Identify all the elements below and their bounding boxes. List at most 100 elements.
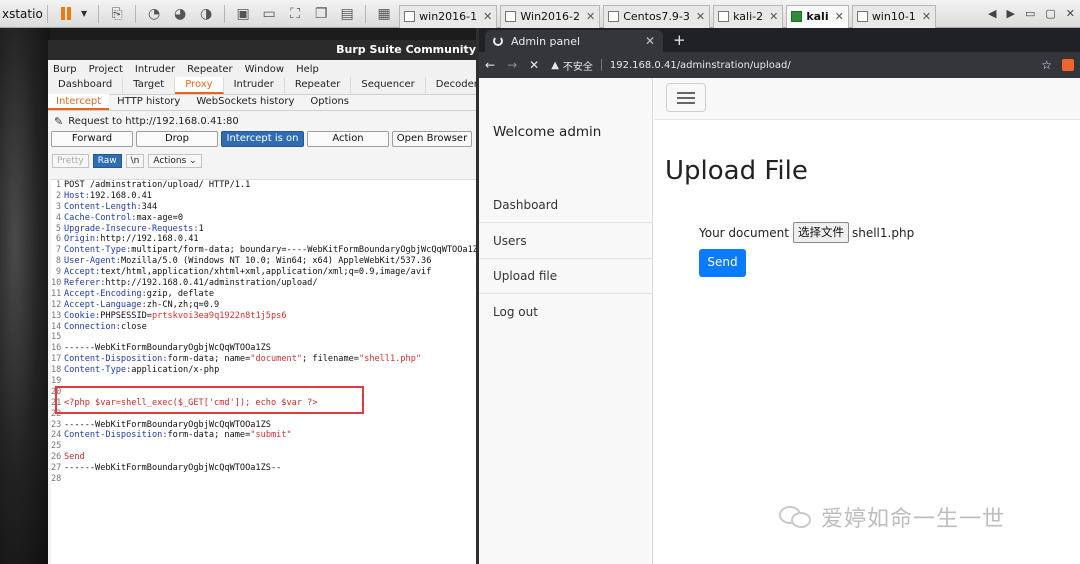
tab-scroll-left-icon[interactable]: ◀: [988, 7, 996, 20]
header-string-value: prtskvoi3ea9q1922n8t1j5ps6: [151, 310, 287, 321]
new-tab-icon[interactable]: +: [673, 31, 686, 49]
unity-button[interactable]: ❐: [310, 4, 332, 24]
line-number: 11: [51, 288, 62, 299]
snapshot-button[interactable]: ◔: [143, 4, 165, 24]
close-icon[interactable]: ✕: [835, 10, 844, 23]
bookmark-star-icon[interactable]: ☆: [1041, 58, 1052, 72]
sidebar-item-users[interactable]: Users: [479, 223, 653, 259]
line-number: 18: [51, 365, 62, 376]
line-number: 12: [51, 299, 62, 310]
send-ctrl-alt-del-button[interactable]: ⎘: [106, 4, 128, 24]
maximize-icon[interactable]: ▢: [1045, 7, 1055, 20]
sidebar-item-log-out[interactable]: Log out: [479, 294, 653, 330]
tab-proxy[interactable]: Proxy: [175, 77, 224, 94]
tab-decoder[interactable]: Decoder: [426, 77, 480, 94]
fullscreen-button[interactable]: ⛶: [284, 4, 306, 24]
request-body-text: Send: [64, 452, 85, 463]
line-number: 25: [51, 441, 62, 452]
revert-snapshot-button[interactable]: ◕: [169, 4, 191, 24]
header-name: Content-Type: [64, 245, 127, 256]
close-icon[interactable]: ✕: [1066, 7, 1075, 20]
raw-button[interactable]: Raw: [92, 154, 122, 168]
request-text: ------WebKitFormBoundaryOgbjWcQqWTOOa1ZS: [64, 343, 271, 354]
menu-item-repeater[interactable]: Repeater: [187, 64, 232, 75]
menu-toggle-button[interactable]: [666, 83, 706, 112]
header-name: Origin: [64, 234, 96, 245]
subtab-intercept[interactable]: Intercept: [48, 94, 110, 110]
line-number: 13: [51, 310, 62, 321]
extension-icon[interactable]: [1062, 59, 1074, 71]
wechat-logo-icon: [779, 504, 813, 530]
header-value: text/html,application/xhtml+xml,applicat…: [100, 267, 432, 278]
menu-item-help[interactable]: Help: [296, 64, 319, 75]
intercept-toggle-button[interactable]: Intercept is on: [221, 131, 304, 147]
chevron-down-icon[interactable]: ▼: [81, 9, 87, 18]
library-view-button[interactable]: ▣: [232, 4, 254, 24]
code-line: 1 POST /adminstration/upload/ HTTP/1.1: [51, 180, 480, 191]
sidebar-item-upload-file[interactable]: Upload file: [479, 258, 653, 294]
subtab-options[interactable]: Options: [302, 94, 357, 110]
menu-item-intruder[interactable]: Intruder: [135, 64, 175, 75]
actions-dropdown[interactable]: Actions ⌄: [148, 154, 202, 168]
header-value: multipart/form-data; boundary=----WebKit…: [131, 245, 480, 256]
close-icon[interactable]: ✕: [769, 10, 778, 23]
menu-item-project[interactable]: Project: [89, 64, 123, 75]
address-bar[interactable]: 192.168.0.41/adminstration/upload/: [610, 60, 791, 71]
newline-toggle-button[interactable]: \n: [125, 154, 145, 168]
tab-intruder[interactable]: Intruder: [224, 77, 285, 94]
home-tab-icon[interactable]: ▦: [373, 4, 395, 24]
send-button[interactable]: Send: [699, 249, 746, 277]
minimize-icon[interactable]: ▭: [1025, 7, 1035, 20]
vm-tab-2[interactable]: Centos7.9-3 ✕: [603, 4, 711, 28]
warning-icon[interactable]: ▲: [551, 60, 559, 71]
tab-admin-panel[interactable]: Admin panel ✕: [485, 30, 663, 52]
thumbnail-view-button[interactable]: ▭: [258, 4, 280, 24]
header-value: form-data; name=: [167, 354, 251, 365]
pretty-button[interactable]: Pretty: [52, 154, 89, 168]
menu-item-window[interactable]: Window: [245, 64, 284, 75]
drop-button[interactable]: Drop: [136, 131, 218, 147]
snapshot-manager-button[interactable]: ◑: [195, 4, 217, 24]
vm-tab-5[interactable]: win10-1 ✕: [851, 4, 937, 28]
vmware-title: xstation: [2, 6, 42, 21]
forward-arrow-icon[interactable]: →: [507, 58, 517, 72]
code-line: 3 Content-Length: 344: [51, 202, 480, 213]
window-controls: ◀ ▶ ▭ ▢ ✕: [983, 7, 1080, 20]
document-label: Your document: [699, 225, 789, 240]
tab-repeater[interactable]: Repeater: [285, 77, 352, 94]
pause-vm-button[interactable]: [55, 4, 77, 24]
menu-item-burp[interactable]: Burp: [53, 64, 77, 75]
close-icon[interactable]: ✕: [586, 10, 595, 23]
console-view-button[interactable]: ▤: [336, 4, 358, 24]
header-name: Content-Type: [64, 365, 127, 376]
sidebar-item-dashboard[interactable]: Dashboard: [479, 187, 653, 223]
header-value: Mozilla/5.0 (Windows NT 10.0; Win64; x64…: [120, 256, 432, 267]
tab-sequencer[interactable]: Sequencer: [351, 77, 426, 94]
stop-loading-icon[interactable]: ✕: [529, 58, 539, 72]
code-line: 28: [51, 474, 480, 485]
back-arrow-icon[interactable]: ←: [485, 58, 495, 72]
request-text: ------WebKitFormBoundaryOgbjWcQqWTOOa1ZS…: [64, 463, 282, 474]
tab-dashboard[interactable]: Dashboard: [48, 77, 124, 94]
vm-tab-0[interactable]: win2016-1 ✕: [399, 4, 498, 28]
open-browser-button[interactable]: Open Browser: [392, 131, 472, 147]
vm-tab-3[interactable]: kali-2 ✕: [713, 4, 784, 28]
close-tab-icon[interactable]: ✕: [645, 34, 655, 48]
close-icon[interactable]: ✕: [696, 10, 705, 23]
vm-tab-4[interactable]: kali ✕: [786, 4, 849, 28]
tab-target[interactable]: Target: [123, 77, 176, 94]
code-line: 23 ------WebKitFormBoundaryOgbjWcQqWTOOa1…: [51, 420, 480, 431]
close-icon[interactable]: ✕: [483, 10, 492, 23]
not-secure-label[interactable]: 不安全: [563, 58, 593, 73]
tab-scroll-right-icon[interactable]: ▶: [1007, 7, 1015, 20]
subtab-http-history[interactable]: HTTP history: [109, 94, 188, 110]
choose-file-button[interactable]: 选择文件: [792, 222, 849, 243]
forward-button[interactable]: Forward: [51, 131, 133, 147]
vm-tab-1[interactable]: Win2016-2 ✕: [500, 4, 601, 28]
code-line: 4 Cache-Control: max-age=0: [51, 213, 480, 224]
header-value: 1: [198, 223, 204, 234]
subtab-websockets-history[interactable]: WebSockets history: [188, 94, 302, 110]
close-icon[interactable]: ✕: [922, 10, 931, 23]
request-editor[interactable]: 1 POST /adminstration/upload/ HTTP/1.1 2 Ho…: [51, 179, 480, 564]
action-button[interactable]: Action: [307, 131, 389, 147]
